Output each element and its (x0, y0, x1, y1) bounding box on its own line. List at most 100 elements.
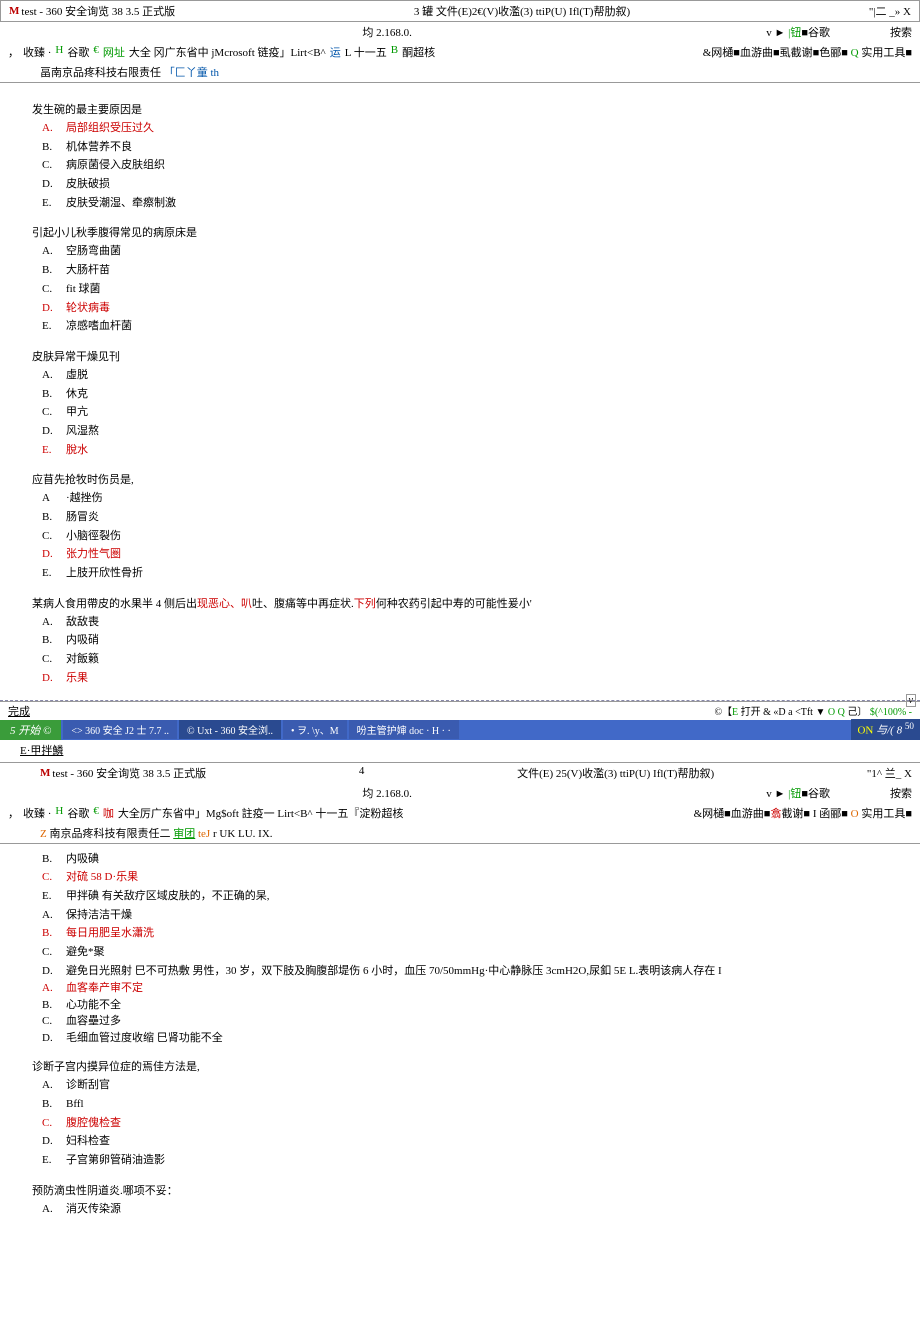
option-letter: D. (42, 299, 66, 318)
search-engine-label: ■谷歌 (801, 788, 830, 800)
answer-option: E. 皮肤受潮湿、牵瘵制激 (42, 194, 908, 213)
bookmark-tools[interactable]: 实用工具■ (861, 808, 912, 820)
menu-bar[interactable]: 文件(E) 25(V)收濫(3) ttiP(U) Ifl(T)帮肋叙) (517, 765, 714, 781)
option-text: 子宫第卵管硝油造影 (66, 1151, 908, 1170)
bookmark-text[interactable]: 大全 冈广东省中 jMcrosoft 链疫」Lirt<B^ (129, 44, 326, 60)
nav-button[interactable]: |钮 (788, 788, 801, 800)
option-letter: D. (42, 1030, 66, 1047)
option-text: 每日用肥呈水瀟洗 (66, 924, 908, 943)
question-text: 引起小儿秋季腹得常见的病原床是 (32, 224, 908, 240)
option-text: 乐果 (66, 669, 908, 688)
bookmark-q-icon: Q (851, 47, 859, 59)
option-text: 虛脱 (66, 366, 908, 385)
option-text: 消灭传染源 (66, 1200, 908, 1219)
option-text: 腹腔傀检查 (66, 1114, 908, 1133)
answer-option: C. 病原菌侵入皮肤组织 (42, 156, 908, 175)
answer-option: B. Bffl (42, 1095, 908, 1114)
option-text: 凉感嗜血杆菌 (66, 317, 908, 336)
search-button[interactable]: 按索 (890, 785, 912, 801)
dropdown-icon[interactable]: v ► (766, 788, 785, 800)
bookmark-yun[interactable]: 运 (330, 44, 341, 60)
bookmark-b[interactable]: B (391, 44, 398, 60)
bookmark-right-mid[interactable]: 截谢■ I 函郦■ (781, 808, 847, 820)
answer-option: A. 保持洁洁干燥 (42, 906, 908, 925)
start-button[interactable]: 5 开始 © (0, 720, 61, 740)
option-letter: B. (42, 508, 66, 527)
menu-bar[interactable]: 3 罐 文件(E)2€(V)收濫(3) ttiP(U) Ifl(T)帮肋叙) (414, 3, 630, 19)
bookmark-tong[interactable]: 酮超核 (402, 44, 435, 60)
option-text: 皮肤受潮湿、牵瘵制激 (66, 194, 908, 213)
option-letter: B. (42, 138, 66, 157)
question-text: 发生碗的最主要原因是 (32, 101, 908, 117)
answer-option: E. 脫水 (42, 441, 908, 460)
answer-option: C. 血容壘过多 (42, 1013, 908, 1030)
address-field[interactable]: 均 2.168.0. (8, 24, 766, 40)
status-right-group: ©【E 打开 & «D a <Tft ▼ O Q 己〕 $(^100% - (714, 703, 912, 719)
option-text: 脫水 (66, 441, 908, 460)
bookmark-google[interactable]: 谷歌 (67, 805, 89, 821)
tab-title[interactable]: 畐南京品疼科技右限责任 (40, 67, 161, 79)
favorites-label[interactable]: 收臻 · (23, 44, 51, 60)
option-text: ·越挫伤 (66, 489, 908, 508)
bookmark-wangzhi[interactable]: 网址 (103, 44, 125, 60)
question-text: 某病人食用帶皮的水果半 4 侧后出现恶心、叭吐、腹痛等中再症状.下列何种农药引起… (32, 595, 908, 611)
option-letter: D. (42, 175, 66, 194)
option-text: fit 球菌 (66, 280, 908, 299)
answer-option: E. 子宫第卵管硝油造影 (42, 1151, 908, 1170)
content-area-2: B. 内吸碘 C. 对硫 58 D·乐果 E. 甲拌碘 有关敌疗区域皮肤的，不正… (0, 844, 920, 1225)
bookmark-google[interactable]: 谷歌 (67, 44, 89, 60)
address-bar-row-2: 均 2.168.0. v ► |钮■谷歌 按索 (0, 783, 920, 803)
option-text: 内吸碘 (66, 850, 908, 869)
option-text: 小脑徑裂伤 (66, 527, 908, 546)
answer-option: A. 局部组织受压过久 (42, 119, 908, 138)
option-letter: C. (42, 1114, 66, 1133)
option-text: 局部组织受压过久 (66, 119, 908, 138)
taskbar-item[interactable]: © Uxt - 360 安全浏.. (179, 720, 281, 739)
answer-option: B. 大肠杆苗 (42, 261, 908, 280)
bookmark-ls[interactable]: L 十一五 (345, 44, 387, 60)
scroll-indicator[interactable]: v (906, 694, 916, 707)
answer-option: C. 避免*聚 (42, 943, 908, 962)
favorites-label[interactable]: 收臻 · (23, 805, 51, 821)
bookmark-h[interactable]: H (55, 44, 63, 60)
bookmark-h[interactable]: H (55, 805, 63, 821)
window-controls[interactable]: "1^ 兰_ X (867, 765, 912, 781)
answer-option: A. 血客奉产审不定 (42, 980, 908, 997)
option-letter: C. (42, 156, 66, 175)
system-tray[interactable]: ON 与/( 8 50 (851, 719, 920, 740)
answer-option: B. 内吸碘 (42, 850, 908, 869)
option-text: 风湿熬 (66, 422, 908, 441)
option-text: 妇科检查 (66, 1132, 908, 1151)
answer-option: C. fit 球菌 (42, 280, 908, 299)
taskbar-item[interactable]: <> 360 安全 J2 士 7.7 .. (63, 720, 177, 739)
bookmark-ka[interactable]: 咖 (103, 805, 114, 821)
answer-option: A. 消灭传染源 (42, 1200, 908, 1219)
bookmark-text[interactable]: 大全厉广东省中」Mg$oft 註疫一 Lirt<B^ 十一五『淀粉超核 (118, 805, 403, 821)
option-letter: C. (42, 1013, 66, 1030)
option-text: 血容壘过多 (66, 1013, 908, 1030)
dropdown-icon[interactable]: v ► (766, 27, 785, 39)
taskbar-item[interactable]: • ヲ. \y、M (283, 720, 347, 739)
option-text: 机体营养不良 (66, 138, 908, 157)
answer-option: C. 甲亢 (42, 403, 908, 422)
answer-option: C. 腹腔傀检查 (42, 1114, 908, 1133)
tab-title[interactable]: 南京品疼科技有限责任二 (49, 828, 170, 840)
answer-option: E. 甲拌碘 有关敌疗区域皮肤的，不正确的杲, (42, 887, 908, 906)
status-text: 完成 (8, 703, 30, 719)
taskbar-item[interactable]: 吩主管护婶 doc · H · · (349, 720, 459, 739)
option-letter: D. (42, 962, 66, 981)
option-letter: C. (42, 403, 66, 422)
option-text: 轮状病毒 (66, 299, 908, 318)
address-field[interactable]: 均 2.168.0. (8, 785, 766, 801)
bookmark-right-prefix[interactable]: &网樋■血游曲■ (694, 808, 771, 820)
answer-option: A. 虛脱 (42, 366, 908, 385)
search-button[interactable]: 按索 (890, 24, 912, 40)
window1-chrome: M test - 360 安全询览 38 3.5 正式版 3 罐 文件(E)2€… (0, 0, 920, 83)
answer-option: E. 上肢开欣性骨折 (42, 564, 908, 583)
nav-button[interactable]: |钮 (788, 27, 801, 39)
window-controls[interactable]: "|二 _» X (869, 3, 911, 19)
bookmark-tools[interactable]: 实用工具■ (861, 47, 912, 59)
bookmark-right-group[interactable]: &网樋■血游曲■虱截谢■色郦■ (703, 47, 848, 59)
tab-z: Z (40, 828, 47, 840)
option-letter: D. (42, 545, 66, 564)
